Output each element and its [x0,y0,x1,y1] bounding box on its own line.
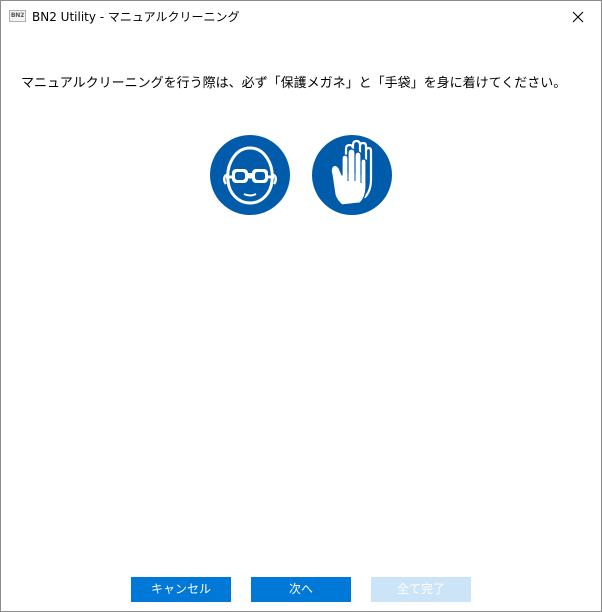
next-button[interactable]: 次へ [251,577,351,602]
close-icon [572,11,584,23]
instruction-text: マニュアルクリーニングを行う際は、必ず「保護メガネ」と「手袋」を身に着けてくださ… [21,76,567,91]
title-bar[interactable]: BN2 BN2 Utility - マニュアルクリーニング [1,1,601,32]
safety-icons [210,135,394,215]
dialog-window: BN2 BN2 Utility - マニュアルクリーニング マニュアルクリーニン… [0,0,602,612]
cancel-button[interactable]: キャンセル [131,577,231,602]
window-title: BN2 Utility - マニュアルクリーニング [32,10,240,24]
finish-all-button[interactable]: 全て完了 [371,577,471,602]
safety-goggles-icon [210,135,290,215]
close-button[interactable] [555,1,601,32]
protective-gloves-icon [312,135,392,215]
app-logo-icon: BN2 [9,10,26,22]
